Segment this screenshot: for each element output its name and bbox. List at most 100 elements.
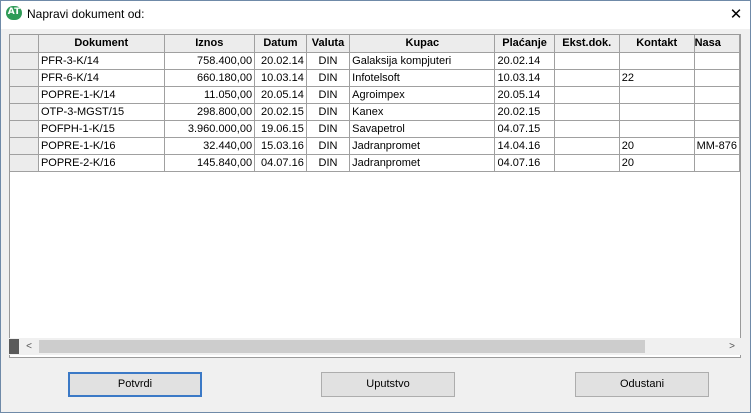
row-header[interactable] xyxy=(10,137,39,155)
table-row[interactable]: POPRE-1-K/14 11.050,00 20.05.14 DIN Agroimpe… xyxy=(10,86,740,104)
table-cell[interactable]: PFR-6-K/14 xyxy=(38,69,165,87)
table-cell[interactable] xyxy=(694,86,740,104)
table-cell[interactable]: Jadranpromet xyxy=(349,137,496,155)
table-cell[interactable]: Savapetrol xyxy=(349,120,496,138)
table-cell[interactable]: PFR-3-K/14 xyxy=(38,52,165,70)
table-cell[interactable]: POPRE-2-K/16 xyxy=(38,154,165,172)
table-row[interactable]: PFR-6-K/14 660.180,00 10.03.14 DIN Infotelso… xyxy=(10,69,740,87)
table-cell[interactable]: 20.05.14 xyxy=(494,86,555,104)
table-cell[interactable] xyxy=(694,120,740,138)
table-cell[interactable]: DIN xyxy=(306,137,351,155)
table-cell[interactable]: 20.05.14 xyxy=(254,86,307,104)
table-cell[interactable]: 20.02.15 xyxy=(254,103,307,121)
table-cell[interactable]: 04.07.16 xyxy=(254,154,307,172)
table-cell[interactable]: OTP-3-MGST/15 xyxy=(38,103,165,121)
table-cell[interactable] xyxy=(554,137,620,155)
app-logo-icon: AT xyxy=(6,6,22,20)
dialog-window: AT Napravi dokument od: ✕ Dokument Iznos… xyxy=(0,0,751,413)
table-cell[interactable]: DIN xyxy=(306,120,351,138)
table-cell[interactable]: POPRE-1-K/16 xyxy=(38,137,165,155)
column-header[interactable]: Datum xyxy=(254,35,307,53)
column-header[interactable]: Nasa xyxy=(694,35,740,53)
horizontal-scrollbar[interactable]: < > xyxy=(9,338,741,355)
table-cell[interactable] xyxy=(554,52,620,70)
table-cell[interactable]: 10.03.14 xyxy=(494,69,555,87)
column-header[interactable]: Valuta xyxy=(306,35,351,53)
table-cell[interactable]: 04.07.16 xyxy=(494,154,555,172)
column-header[interactable]: Kontakt xyxy=(619,35,695,53)
table-cell[interactable]: DIN xyxy=(306,52,351,70)
documents-grid[interactable]: Dokument Iznos Datum Valuta Kupac Plaćan… xyxy=(9,34,741,358)
table-cell[interactable]: 20 xyxy=(619,154,695,172)
table-cell[interactable]: Jadranpromet xyxy=(349,154,496,172)
table-cell[interactable]: 145.840,00 xyxy=(164,154,256,172)
table-cell[interactable] xyxy=(554,120,620,138)
table-cell[interactable]: Infotelsoft xyxy=(349,69,496,87)
close-icon[interactable]: ✕ xyxy=(723,4,749,24)
table-cell[interactable]: POPRE-1-K/14 xyxy=(38,86,165,104)
table-row[interactable]: POPRE-2-K/16 145.840,00 04.07.16 DIN Jadranp… xyxy=(10,154,740,172)
column-header[interactable]: Kupac xyxy=(349,35,496,53)
table-cell[interactable] xyxy=(694,52,740,70)
table-cell[interactable]: 15.03.16 xyxy=(254,137,307,155)
row-header[interactable] xyxy=(10,120,39,138)
documents-table: Dokument Iznos Datum Valuta Kupac Plaćan… xyxy=(10,35,740,172)
table-row[interactable]: PFR-3-K/14 758.400,00 20.02.14 DIN Galaksija… xyxy=(10,52,740,70)
table-cell[interactable]: Agroimpex xyxy=(349,86,496,104)
table-cell[interactable]: 20.02.15 xyxy=(494,103,555,121)
table-cell[interactable]: 04.07.15 xyxy=(494,120,555,138)
table-cell[interactable]: 19.06.15 xyxy=(254,120,307,138)
table-cell[interactable]: DIN xyxy=(306,69,351,87)
table-cell[interactable]: Galaksija kompjuteri xyxy=(349,52,496,70)
column-header[interactable]: Dokument xyxy=(38,35,165,53)
table-cell[interactable]: 298.800,00 xyxy=(164,103,256,121)
table-cell[interactable]: 660.180,00 xyxy=(164,69,256,87)
table-cell[interactable]: 20.02.14 xyxy=(254,52,307,70)
table-row[interactable]: POPRE-1-K/16 32.440,00 15.03.16 DIN Jadranpr… xyxy=(10,137,740,155)
table-cell[interactable]: Kanex xyxy=(349,103,496,121)
table-cell[interactable] xyxy=(619,52,695,70)
table-cell[interactable]: MM-876 xyxy=(694,137,740,155)
table-cell[interactable]: DIN xyxy=(306,86,351,104)
table-cell[interactable]: DIN xyxy=(306,154,351,172)
table-cell[interactable]: DIN xyxy=(306,103,351,121)
instructions-button[interactable]: Uputstvo xyxy=(321,372,455,397)
scroll-right-arrow-icon[interactable]: > xyxy=(725,339,739,354)
table-cell[interactable]: 14.04.16 xyxy=(494,137,555,155)
table-row[interactable]: OTP-3-MGST/15 298.800,00 20.02.15 DIN Kanex 2… xyxy=(10,103,740,121)
confirm-button[interactable]: Potvrdi xyxy=(68,372,202,397)
table-cell[interactable] xyxy=(554,103,620,121)
column-header[interactable]: Iznos xyxy=(164,35,256,53)
scrollbar-thumb[interactable] xyxy=(39,340,645,353)
cancel-button[interactable]: Odustani xyxy=(575,372,709,397)
table-cell[interactable] xyxy=(619,103,695,121)
scroll-left-arrow-icon[interactable]: < xyxy=(22,339,36,354)
row-header[interactable] xyxy=(10,103,39,121)
row-header[interactable] xyxy=(10,86,39,104)
title-bar: AT Napravi dokument od: ✕ xyxy=(1,1,750,29)
table-row[interactable]: POFPH-1-K/15 3.960.000,00 19.06.15 DIN Savap… xyxy=(10,120,740,138)
table-cell[interactable]: 20.02.14 xyxy=(494,52,555,70)
table-cell[interactable]: 11.050,00 xyxy=(164,86,256,104)
table-cell[interactable] xyxy=(694,103,740,121)
table-cell[interactable] xyxy=(619,120,695,138)
table-cell[interactable] xyxy=(554,154,620,172)
table-cell[interactable]: 22 xyxy=(619,69,695,87)
table-cell[interactable]: 10.03.14 xyxy=(254,69,307,87)
table-cell[interactable]: 20 xyxy=(619,137,695,155)
row-header[interactable] xyxy=(10,52,39,70)
column-header[interactable]: Plaćanje xyxy=(494,35,555,53)
table-cell[interactable] xyxy=(554,86,620,104)
table-cell[interactable]: 758.400,00 xyxy=(164,52,256,70)
table-cell[interactable] xyxy=(619,86,695,104)
table-cell[interactable]: POFPH-1-K/15 xyxy=(38,120,165,138)
table-cell[interactable] xyxy=(694,154,740,172)
table-cell[interactable] xyxy=(694,69,740,87)
table-cell[interactable]: 32.440,00 xyxy=(164,137,256,155)
scroll-position-marker xyxy=(9,339,19,354)
table-cell[interactable]: 3.960.000,00 xyxy=(164,120,256,138)
column-header[interactable]: Ekst.dok. xyxy=(554,35,620,53)
row-header[interactable] xyxy=(10,69,39,87)
table-cell[interactable] xyxy=(554,69,620,87)
row-header[interactable] xyxy=(10,154,39,172)
